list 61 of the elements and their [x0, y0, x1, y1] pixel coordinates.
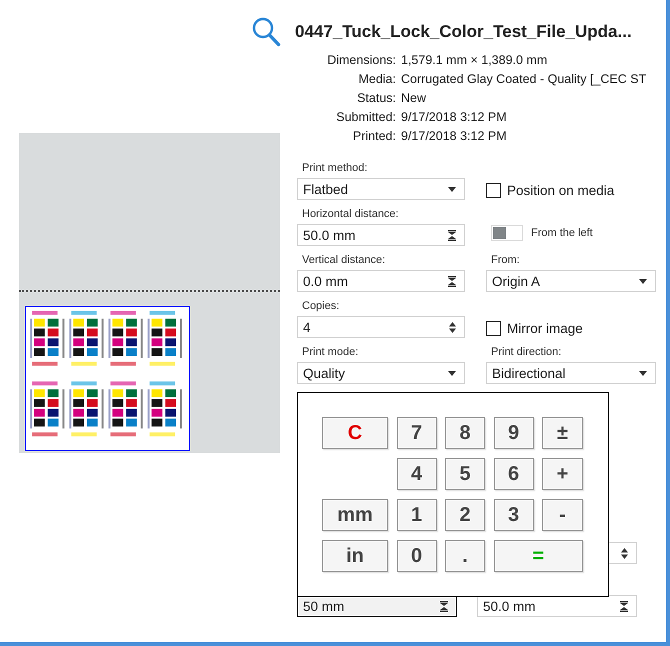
keypad-key[interactable]: 5	[445, 458, 485, 490]
field-label: Print mode:	[301, 346, 360, 359]
stepper-icon	[620, 600, 628, 612]
field-label: Vertical distance:	[301, 254, 386, 267]
keypad-key[interactable]: .	[445, 540, 485, 572]
input-field[interactable]: 0.0 mm	[297, 270, 465, 292]
detail-label: Printed:	[352, 129, 396, 143]
dropdown[interactable]: Quality	[297, 362, 465, 384]
toggle-label: From the left	[531, 227, 593, 239]
keypad-key[interactable]: 6	[494, 458, 534, 490]
checkbox[interactable]	[486, 320, 501, 336]
detail-label: Media:	[357, 72, 396, 86]
input-field[interactable]: 50.0 mm	[477, 595, 637, 617]
keypad-key[interactable]: 7	[396, 417, 436, 449]
field-label: From:	[490, 254, 521, 267]
input-field[interactable]: 50.0 mm	[297, 224, 465, 246]
checkbox[interactable]	[486, 182, 501, 198]
checkbox-label: Mirror image	[507, 320, 583, 336]
stepper-icon	[440, 600, 448, 612]
keypad-key[interactable]: 4	[396, 458, 436, 490]
detail-label: Submitted:	[335, 110, 396, 124]
spinner-icon	[621, 548, 628, 558]
keypad-key[interactable]: 9	[494, 417, 534, 449]
detail-label: Dimensions:	[326, 53, 396, 67]
field-label: Copies:	[301, 300, 340, 313]
dropdown-caret-icon	[639, 370, 647, 376]
checkbox-label: Position on media	[507, 182, 614, 198]
toggle-switch[interactable]	[491, 225, 523, 241]
stepper-icon	[448, 276, 456, 286]
detail-label: Status:	[356, 91, 396, 105]
input-field[interactable]: 50 mm	[297, 595, 457, 617]
input-field[interactable]: 4	[297, 316, 465, 338]
search-icon[interactable]	[252, 17, 281, 47]
dropdown-caret-icon	[448, 186, 456, 192]
keypad-key[interactable]: mm	[322, 499, 388, 531]
keypad-key[interactable]: 2	[445, 499, 485, 531]
detail-value: Corrugated Glay Coated - Quality [_CEC ST	[401, 72, 648, 86]
dropdown[interactable]: Origin A	[486, 270, 656, 292]
keypad-key[interactable]: 1	[396, 499, 436, 531]
dropdown[interactable]: Flatbed	[297, 178, 465, 200]
detail-value: 1,579.1 mm × 1,389.0 mm	[401, 53, 548, 67]
keypad-key[interactable]: 0	[396, 540, 436, 572]
keypad-key[interactable]: ±	[542, 417, 583, 449]
keypad-key[interactable]: +	[542, 458, 583, 490]
spinner-icon	[449, 322, 456, 332]
keypad-key[interactable]: C	[322, 417, 388, 449]
keypad-key[interactable]: in	[322, 540, 388, 572]
field-label: Horizontal distance:	[301, 208, 400, 221]
keypad-key[interactable]: 3	[494, 499, 534, 531]
keypad-key[interactable]: 8	[445, 417, 485, 449]
dropdown[interactable]: Bidirectional	[486, 362, 656, 384]
stepper-icon	[448, 230, 456, 240]
field-label: Print direction:	[490, 346, 562, 359]
detail-value: New	[401, 91, 428, 105]
job-title: 0447_Tuck_Lock_Color_Test_File_Upda...	[295, 22, 632, 42]
detail-value: 9/17/2018 3:12 PM	[401, 110, 508, 124]
keypad-key[interactable]: -	[542, 499, 583, 531]
dropdown-caret-icon	[448, 370, 456, 376]
detail-value: 9/17/2018 3:12 PM	[401, 129, 508, 143]
dropdown-caret-icon	[639, 278, 647, 284]
field-label: Print method:	[301, 162, 368, 175]
